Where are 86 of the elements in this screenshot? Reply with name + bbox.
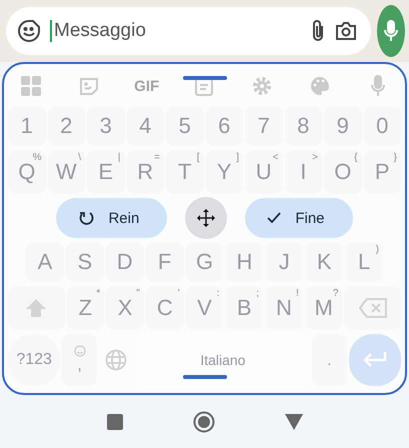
number-key[interactable]: 5 [166, 106, 204, 146]
key-hint: : [216, 288, 220, 299]
message-bar[interactable]: Messaggio [6, 7, 371, 55]
letter-key[interactable]: U < [245, 150, 282, 194]
shift-icon [25, 298, 48, 318]
number-key[interactable]: 1 [8, 106, 46, 146]
letter-key[interactable]: S [66, 242, 104, 282]
check-icon [267, 212, 282, 224]
mic-icon [370, 75, 386, 97]
key-hint: ! [296, 288, 299, 299]
key-hint: ; [256, 288, 260, 299]
letter-key[interactable]: P } [364, 150, 401, 194]
letter-key[interactable]: J [265, 242, 304, 282]
reset-button[interactable]: Rein [56, 198, 168, 238]
key-hint: | [118, 152, 120, 163]
number-key[interactable]: 0 [364, 106, 401, 146]
reset-icon [78, 210, 94, 226]
key-hint: ) [376, 244, 380, 255]
camera-icon[interactable] [335, 21, 357, 41]
palette-icon [310, 76, 330, 96]
letter-key[interactable]: X " [106, 286, 144, 330]
number-key[interactable]: 9 [324, 106, 362, 146]
number-key[interactable]: 6 [206, 106, 243, 146]
emoji-icon [74, 345, 86, 357]
letter-key[interactable]: Q % [8, 150, 46, 194]
letter-key[interactable]: Y ] [206, 150, 243, 194]
apps-icon [21, 76, 41, 96]
key-hint: * [96, 288, 100, 299]
letter-key[interactable]: H [225, 242, 264, 282]
text-cursor [50, 20, 52, 42]
letter-key[interactable]: F [146, 242, 184, 282]
letter-key[interactable]: K [305, 242, 344, 282]
gif-button[interactable]: GIF [134, 73, 160, 99]
voice-message-button[interactable] [377, 5, 405, 57]
sticker-icon [18, 20, 40, 42]
emoji-comma-key[interactable]: , [62, 334, 98, 386]
letter-key[interactable]: M ? [304, 286, 342, 330]
paperclip-icon[interactable] [311, 19, 325, 43]
done-button[interactable]: Fine [245, 198, 353, 238]
letter-key[interactable]: L ) [345, 242, 384, 282]
letter-key[interactable]: N ! [265, 286, 303, 330]
back-icon[interactable] [284, 414, 302, 430]
key-hint: \ [78, 152, 81, 163]
letter-key[interactable]: T [ [166, 150, 204, 194]
symbols-key[interactable]: ?123 [8, 334, 60, 386]
letter-key[interactable]: D [106, 242, 144, 282]
letter-key[interactable]: R = [126, 150, 164, 194]
letter-key[interactable]: Z * [66, 286, 104, 330]
key-hint: { [354, 152, 358, 163]
key-hint: " [136, 288, 140, 299]
letter-key[interactable]: W \ [48, 150, 85, 194]
letter-key[interactable]: A [26, 242, 64, 282]
mic-icon [383, 20, 399, 42]
key-hint: = [154, 152, 160, 163]
key-hint: ? [332, 288, 338, 299]
letter-key[interactable]: B ; [225, 286, 264, 330]
number-key[interactable]: 8 [284, 106, 322, 146]
letter-key[interactable]: E | [87, 150, 124, 194]
key-hint: ] [236, 152, 239, 163]
key-hint: > [312, 152, 318, 163]
number-key[interactable]: 7 [245, 106, 282, 146]
number-key[interactable]: 3 [87, 106, 124, 146]
enter-icon [362, 351, 388, 369]
resize-handle[interactable] [182, 375, 226, 379]
key-hint: ' [178, 288, 180, 299]
resize-handle[interactable] [182, 76, 226, 80]
square-icon[interactable] [106, 414, 122, 430]
move-button[interactable] [185, 197, 228, 239]
backspace-icon [358, 298, 387, 318]
key-hint: } [394, 152, 397, 163]
letter-key[interactable]: C ' [146, 286, 184, 330]
number-key[interactable]: 2 [48, 106, 85, 146]
number-key[interactable]: 4 [126, 106, 164, 146]
key-hint: % [32, 152, 42, 163]
letter-key[interactable]: G [186, 242, 224, 282]
sticker-icon [78, 76, 99, 96]
key-hint: [ [196, 152, 200, 163]
letter-key[interactable]: V : [186, 286, 224, 330]
settings-icon [252, 76, 272, 96]
key-hint: < [272, 152, 278, 163]
move-icon [197, 209, 216, 227]
home-icon[interactable] [192, 410, 214, 432]
globe-icon [105, 349, 128, 371]
letter-key[interactable]: I > [284, 150, 322, 194]
letter-key[interactable]: O { [324, 150, 362, 194]
period-key[interactable]: . [312, 334, 347, 386]
